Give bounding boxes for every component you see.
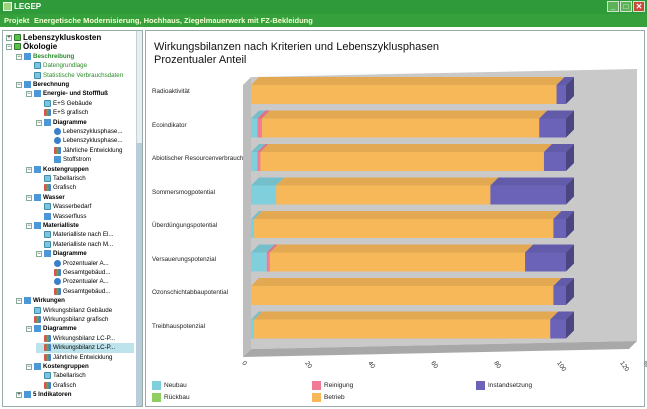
chart-icon bbox=[44, 334, 51, 342]
pie-chart-icon bbox=[54, 137, 61, 145]
folder-icon bbox=[54, 156, 61, 164]
folder-icon bbox=[24, 297, 31, 305]
module-icon bbox=[14, 34, 21, 41]
document-icon bbox=[44, 240, 51, 248]
chart-icon bbox=[44, 381, 51, 389]
folder-icon bbox=[44, 212, 51, 220]
folder-icon bbox=[34, 363, 41, 370]
collapse-icon[interactable]: − bbox=[16, 82, 22, 88]
pie-chart-icon bbox=[54, 259, 61, 267]
project-name: Energetische Modernisierung, Hochhaus, Z… bbox=[34, 16, 313, 25]
document-icon bbox=[44, 203, 51, 211]
document-icon bbox=[34, 71, 41, 79]
tree-scrollbar-thumb[interactable] bbox=[136, 143, 142, 406]
legend-swatch bbox=[312, 393, 321, 402]
document-icon bbox=[44, 99, 51, 107]
collapse-icon[interactable]: − bbox=[36, 119, 42, 126]
collapse-icon[interactable]: − bbox=[26, 166, 32, 173]
collapse-icon[interactable]: − bbox=[26, 194, 32, 201]
collapse-icon[interactable]: − bbox=[26, 223, 32, 229]
legend-label: Instandsetzung bbox=[488, 382, 533, 389]
legend-swatch bbox=[476, 381, 485, 390]
chart-panel bbox=[145, 30, 645, 407]
chart-icon bbox=[34, 316, 41, 323]
minimize-button[interactable]: _ bbox=[607, 1, 619, 12]
tree-item-label: 5 Indikatoren bbox=[33, 391, 72, 399]
chart-icon bbox=[54, 287, 61, 295]
close-button[interactable]: ✕ bbox=[633, 1, 645, 12]
chart-icon bbox=[54, 269, 61, 276]
collapse-icon[interactable]: − bbox=[26, 326, 32, 333]
legend-label: Betrieb bbox=[324, 394, 345, 401]
app-logo-icon bbox=[3, 2, 12, 11]
legend-label: Reinigung bbox=[324, 382, 354, 389]
project-bar: Projekt Energetische Modernisierung, Hoc… bbox=[0, 14, 647, 27]
collapse-icon[interactable]: − bbox=[36, 251, 42, 258]
folder-icon bbox=[24, 81, 31, 88]
chart-icon bbox=[44, 353, 51, 361]
document-icon bbox=[44, 231, 51, 239]
collapse-icon[interactable]: − bbox=[16, 298, 22, 305]
legend-label: Neubau bbox=[164, 382, 187, 389]
expand-icon[interactable]: + bbox=[16, 392, 22, 399]
chart-icon bbox=[44, 184, 51, 192]
folder-icon bbox=[44, 250, 51, 258]
folder-icon bbox=[34, 325, 41, 333]
legend-swatch bbox=[152, 381, 161, 390]
chart-title-line1: Wirkungsbilanzen nach Kriterien und Lebe… bbox=[154, 41, 439, 53]
category-label: Sommersmogpotential bbox=[152, 188, 215, 196]
chart-icon bbox=[44, 344, 51, 352]
category-label: Überdüngungspotential bbox=[152, 222, 218, 229]
document-icon bbox=[44, 175, 51, 182]
category-label: Radioaktivität bbox=[152, 88, 190, 95]
folder-icon bbox=[34, 165, 41, 173]
title-bar: LEGEP _ □ ✕ bbox=[0, 0, 647, 14]
chart-icon bbox=[44, 109, 51, 117]
legend-label: Rückbau bbox=[164, 394, 190, 401]
window-title: LEGEP bbox=[14, 2, 42, 11]
legend-swatch bbox=[312, 381, 321, 390]
folder-icon bbox=[24, 391, 31, 399]
folder-icon bbox=[44, 118, 51, 126]
legend-swatch bbox=[152, 393, 161, 402]
maximize-button[interactable]: □ bbox=[620, 1, 632, 12]
category-label: Treibhauspotenzial bbox=[152, 322, 205, 330]
document-icon bbox=[34, 306, 41, 314]
project-label: Projekt bbox=[4, 16, 30, 25]
document-icon bbox=[34, 62, 41, 70]
category-label: Ecoindikator bbox=[152, 121, 187, 129]
navigation-tree[interactable]: + Lebenszykluskosten − Ökologie − Beschreibun… bbox=[2, 30, 143, 407]
chart-title-line2: Prozentualer Anteil bbox=[154, 54, 247, 66]
module-icon bbox=[14, 43, 21, 51]
folder-icon bbox=[24, 52, 31, 60]
folder-icon bbox=[34, 222, 41, 229]
tree-item[interactable]: +5 Indikatoren bbox=[16, 390, 134, 400]
collapse-icon[interactable]: − bbox=[6, 44, 12, 51]
document-icon bbox=[44, 372, 51, 380]
folder-icon bbox=[34, 193, 41, 201]
expand-icon[interactable]: + bbox=[6, 35, 12, 41]
folder-icon bbox=[34, 90, 41, 98]
collapse-icon[interactable]: − bbox=[16, 53, 22, 60]
chart-icon bbox=[54, 146, 61, 154]
category-label: Abiotischer Resourcenverbrauch bbox=[152, 155, 244, 162]
pie-chart-icon bbox=[54, 128, 61, 135]
category-label: Versauerungspotenzial bbox=[152, 255, 217, 263]
collapse-icon[interactable]: − bbox=[26, 364, 32, 370]
collapse-icon[interactable]: − bbox=[26, 91, 32, 98]
category-label: Ozonschichtabbaupotential bbox=[152, 289, 228, 296]
chart-title: Wirkungsbilanzen nach Kriterien und Lebe… bbox=[154, 41, 439, 67]
pie-chart-icon bbox=[54, 278, 61, 286]
